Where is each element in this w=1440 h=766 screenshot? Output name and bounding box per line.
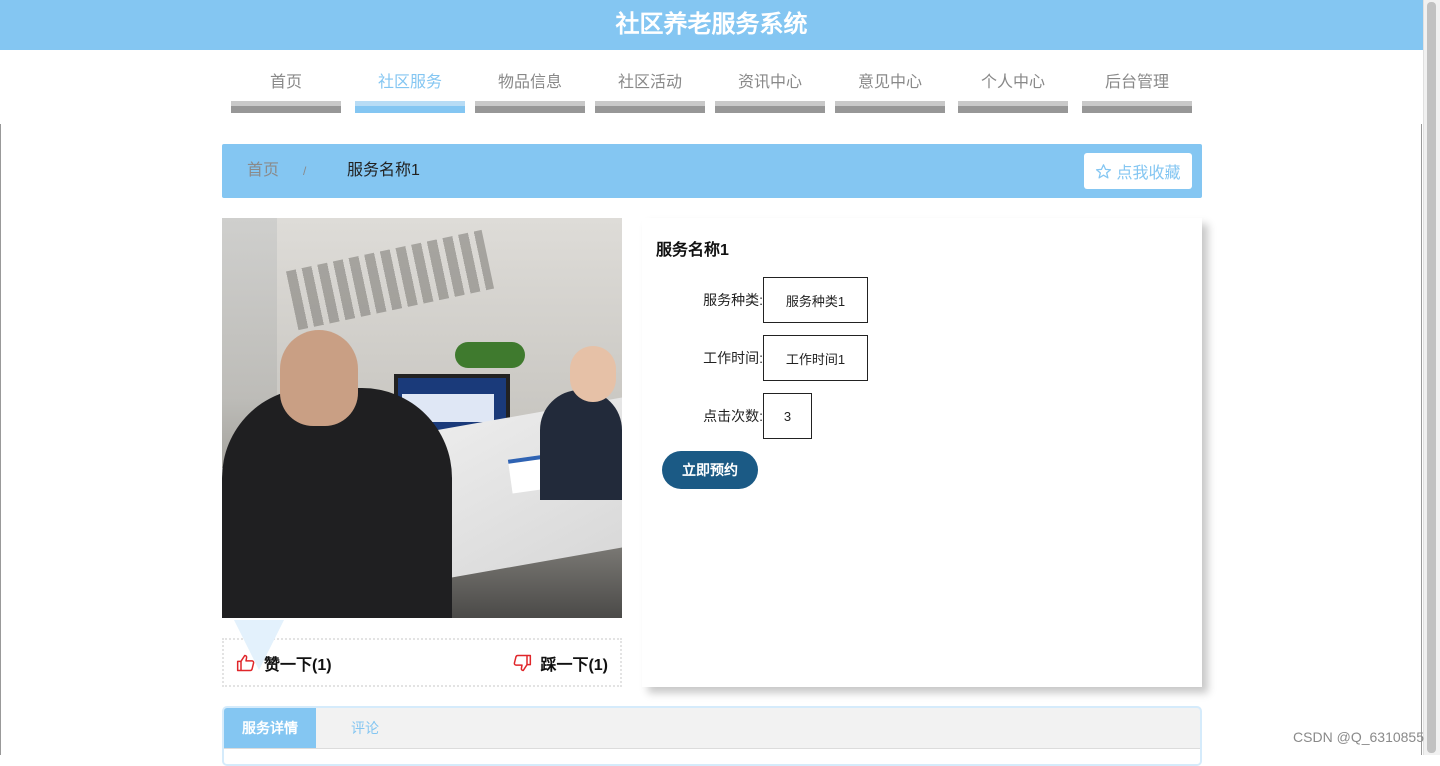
nav-item-label: 后台管理 — [1104, 74, 1169, 91]
nav-item-news-center[interactable]: 资讯中心 — [715, 64, 825, 113]
app-header: 社区养老服务系统 — [0, 0, 1423, 50]
tab-content — [224, 748, 1200, 764]
nav-item-community-service[interactable]: 社区服务 — [355, 64, 465, 113]
vertical-scrollbar[interactable] — [1423, 0, 1440, 755]
like-label: 赞一下(1) — [264, 656, 332, 674]
detail-tabs: 服务详情 评论 — [222, 706, 1202, 766]
main-nav: 首页 社区服务 物品信息 社区活动 资讯中心 意见中心 个人中心 后台管理 — [0, 64, 1423, 114]
thumbs-up-icon — [236, 654, 255, 671]
app-title: 社区养老服务系统 — [615, 11, 808, 38]
service-photo — [222, 218, 622, 618]
field-value: 工作时间1 — [763, 335, 868, 381]
like-button[interactable]: 赞一下(1) — [236, 640, 332, 685]
tab-service-detail[interactable]: 服务详情 — [224, 708, 316, 748]
service-title: 服务名称1 — [656, 242, 729, 259]
book-now-button[interactable]: 立即预约 — [662, 451, 758, 489]
frame-border-left — [0, 124, 1, 755]
nav-item-label: 意见中心 — [857, 74, 922, 91]
nav-item-admin[interactable]: 后台管理 — [1082, 64, 1192, 113]
field-value: 3 — [763, 393, 812, 439]
breadcrumb-home-link[interactable]: 首页 — [247, 144, 279, 198]
watermark: CSDN @Q_6310855 — [1293, 729, 1424, 745]
tab-comments[interactable]: 评论 — [350, 708, 380, 748]
nav-item-home[interactable]: 首页 — [231, 64, 341, 113]
nav-item-feedback-center[interactable]: 意见中心 — [835, 64, 945, 113]
nav-item-label: 首页 — [269, 74, 302, 91]
field-row-work-time: 工作时间: 工作时间1 — [656, 335, 868, 381]
field-label: 服务种类: — [703, 292, 763, 308]
star-outline-icon — [1096, 163, 1112, 179]
breadcrumb-separator: / — [303, 164, 307, 178]
nav-item-personal-center[interactable]: 个人中心 — [958, 64, 1068, 113]
breadcrumb: 首页 / 服务名称1 点我收藏 — [222, 144, 1202, 198]
nav-item-community-activity[interactable]: 社区活动 — [595, 64, 705, 113]
scrollbar-thumb[interactable] — [1427, 2, 1436, 753]
breadcrumb-current: 服务名称1 — [347, 162, 420, 179]
service-info-card: 服务名称1 服务种类: 服务种类1 工作时间: 工作时间1 点击次数: 3 立即… — [642, 218, 1202, 687]
thumbs-down-icon — [514, 654, 532, 671]
favorite-label: 点我收藏 — [1116, 165, 1181, 182]
vote-bar: 赞一下(1) 踩一下(1) — [222, 620, 622, 687]
dislike-button[interactable]: 踩一下(1) — [512, 640, 608, 685]
nav-item-label: 社区活动 — [617, 74, 682, 91]
nav-item-label: 物品信息 — [497, 74, 562, 91]
field-row-service-type: 服务种类: 服务种类1 — [656, 277, 868, 323]
nav-item-label: 资讯中心 — [737, 74, 802, 91]
favorite-button[interactable]: 点我收藏 — [1084, 153, 1192, 189]
nav-item-label: 个人中心 — [980, 74, 1045, 91]
nav-item-goods-info[interactable]: 物品信息 — [475, 64, 585, 113]
field-value: 服务种类1 — [763, 277, 868, 323]
nav-item-label: 社区服务 — [377, 74, 442, 91]
frame-border-right — [1421, 124, 1422, 755]
field-label: 点击次数: — [703, 408, 763, 424]
field-label: 工作时间: — [703, 350, 763, 366]
dislike-label: 踩一下(1) — [540, 656, 608, 674]
field-row-click-count: 点击次数: 3 — [656, 393, 812, 439]
